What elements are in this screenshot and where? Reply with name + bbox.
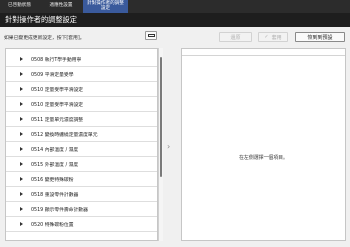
instruction-text: 如果已變更成更新設定，按下[套用]。 xyxy=(4,36,85,41)
list-item[interactable]: 0519 顯示零件壽命計數器 xyxy=(6,202,157,217)
detail-panel-header xyxy=(182,49,345,56)
list-item-label: 0518 重設零件計數器 xyxy=(31,192,79,198)
list-item-label: 0509 平滑定量受學 xyxy=(31,72,74,78)
list-item-label: 0512 變換時纏繞定量濃度單元 xyxy=(31,132,98,138)
list-item[interactable]: 0518 重設零件計數器 xyxy=(6,187,157,202)
expand-arrow-icon xyxy=(20,117,23,121)
expand-arrow-icon xyxy=(20,192,23,196)
list-item[interactable]: 0511 定量單元濃度調整 xyxy=(6,112,157,127)
tab-operator-adjustment[interactable]: 針對操作者的調整設定 xyxy=(83,0,128,13)
expand-arrow-icon xyxy=(20,222,23,226)
list-item[interactable]: 0512 變換時纏繞定量濃度單元 xyxy=(6,127,157,142)
list-item[interactable]: 0509 平滑定量受學 xyxy=(6,67,157,82)
title-bar: 針對操作者的調整設定 xyxy=(0,13,350,27)
keyboard-icon xyxy=(147,33,155,38)
list-scrollbar[interactable] xyxy=(158,48,163,241)
scrollbar-thumb[interactable] xyxy=(160,57,162,177)
expand-arrow-icon xyxy=(20,132,23,136)
list-item-label: 0516 變更特殊碳粉 xyxy=(31,177,74,183)
list-item[interactable]: 0510 定量受學平滑設定 xyxy=(6,97,157,112)
tab-status[interactable]: 已啓動狀態 xyxy=(0,0,39,13)
expand-arrow-icon xyxy=(20,72,23,76)
detail-panel: 在左側選擇一個項目。 xyxy=(181,48,346,241)
expand-arrow-icon xyxy=(20,207,23,211)
expand-arrow-icon xyxy=(20,102,23,106)
list-item-label: 0510 定量受學平滑設定 xyxy=(31,87,84,93)
expand-arrow-icon xyxy=(20,57,23,61)
checkmark-icon: ✓ xyxy=(264,34,269,40)
detail-placeholder-text: 在左側選擇一個項目。 xyxy=(239,155,288,161)
settings-list: 0508 執行T學手動用寧 0509 平滑定量受學 0510 定量受學平滑設定 … xyxy=(5,48,158,241)
apply-button[interactable]: ✓ 套用 xyxy=(258,32,288,42)
expand-arrow-icon xyxy=(20,87,23,91)
list-item-label: 0514 內部溫度 / 濕度 xyxy=(31,147,79,153)
tab-adaptive-settings[interactable]: 適應性設置 xyxy=(39,0,83,13)
chevron-right-icon: › xyxy=(167,142,171,151)
list-item-label: 0511 定量單元濃度調整 xyxy=(31,117,84,123)
list-item[interactable]: 0516 變更特殊碳粉 xyxy=(6,172,157,187)
list-item[interactable]: 0508 執行T學手動用寧 xyxy=(6,52,157,67)
expand-arrow-icon xyxy=(20,147,23,151)
page-title: 針對操作者的調整設定 xyxy=(5,15,77,24)
list-item-label: 0520 特殊碳粉位置 xyxy=(31,222,74,228)
list-item-label: 0515 外部溫度 / 濕度 xyxy=(31,162,79,168)
list-item[interactable]: 0515 外部溫度 / 濕度 xyxy=(6,157,157,172)
list-item-label: 0510 定量受學平滑設定 xyxy=(31,102,84,108)
restore-button[interactable]: 還原 xyxy=(219,32,252,42)
list-item[interactable]: 0514 內部溫度 / 濕度 xyxy=(6,142,157,157)
reset-to-default-button[interactable]: 恢到到預設 xyxy=(295,32,345,42)
expand-arrow-icon xyxy=(20,162,23,166)
list-item-label: 0508 執行T學手動用寧 xyxy=(31,57,82,63)
list-item[interactable]: 0520 特殊碳粉位置 xyxy=(6,217,157,232)
list-item-label: 0519 顯示零件壽命計數器 xyxy=(31,207,88,213)
expand-arrow-icon xyxy=(20,177,23,181)
keyboard-button[interactable] xyxy=(145,31,157,40)
list-item[interactable]: 0510 定量受學平滑設定 xyxy=(6,82,157,97)
top-tab-bar: 已啓動狀態 適應性設置 針對操作者的調整設定 xyxy=(0,0,350,13)
